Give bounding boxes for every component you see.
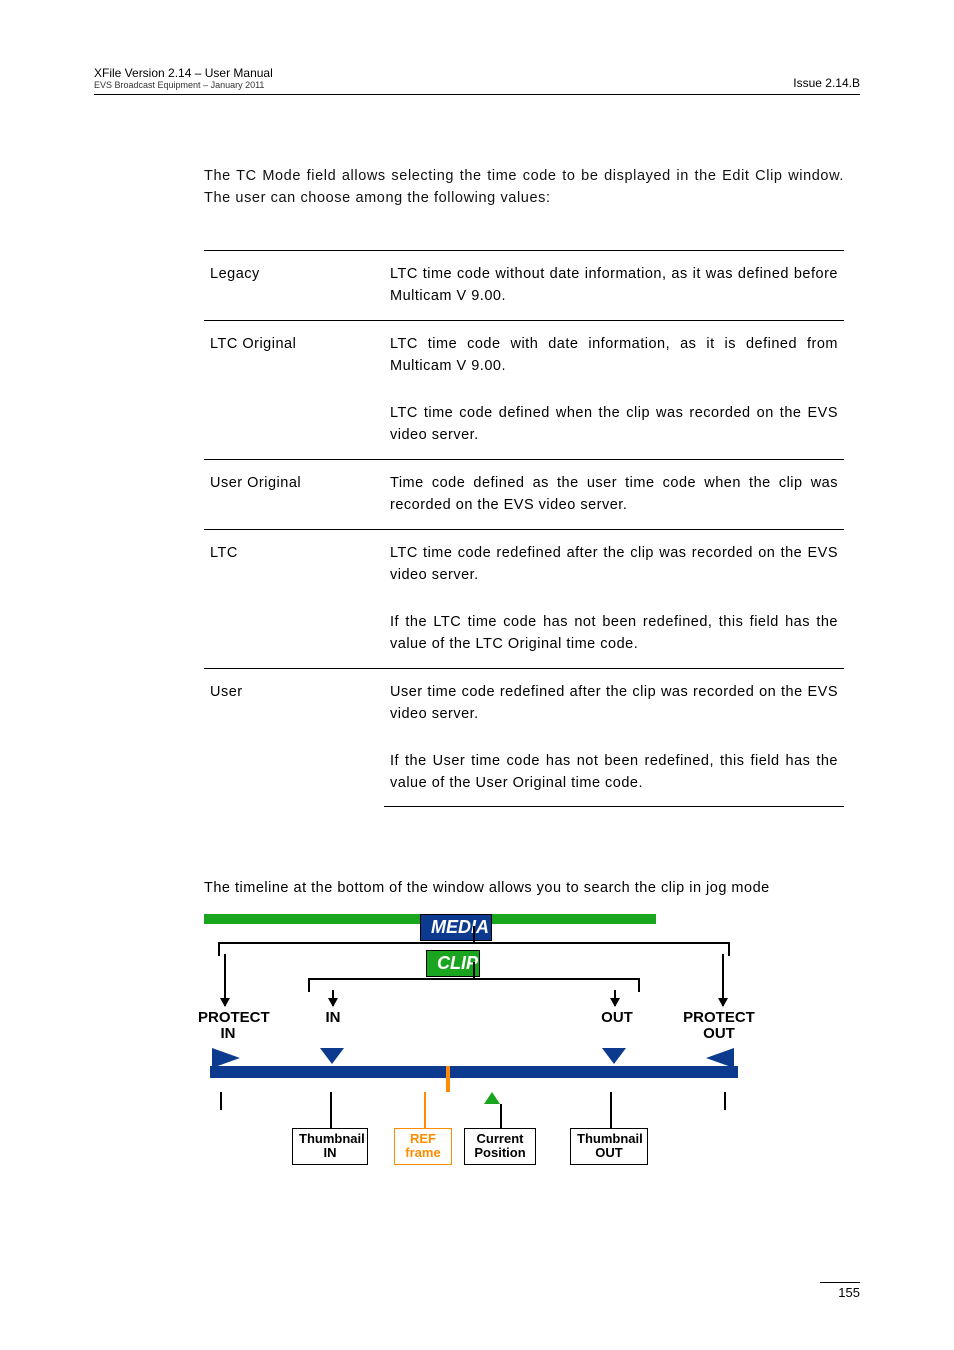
- row-desc: LTC time code defined when the clip was …: [384, 390, 844, 459]
- row-label: User Original: [204, 459, 384, 529]
- protect-in-label: PROTECT IN: [198, 1010, 258, 1043]
- table-row: User User time code redefined after the …: [204, 668, 844, 737]
- row-desc: LTC time code with date information, as …: [384, 320, 844, 389]
- tc-mode-table: Legacy LTC time code without date inform…: [204, 250, 844, 808]
- row-desc: If the User time code has not been redef…: [384, 738, 844, 807]
- media-bar: [210, 1066, 738, 1078]
- tick-mark: [330, 1092, 332, 1110]
- thumbnail-in-box: Thumbnail IN: [292, 1128, 368, 1165]
- row-label: LTC Original: [204, 320, 384, 459]
- in-label: IN: [318, 1010, 348, 1027]
- arrow-down-icon: [224, 954, 226, 1006]
- tick-mark: [610, 1092, 612, 1110]
- clip-badge: CLIP: [426, 950, 480, 977]
- row-desc: LTC time code without date information, …: [384, 250, 844, 320]
- row-desc: LTC time code redefined after the clip w…: [384, 529, 844, 598]
- row-desc: If the LTC time code has not been redefi…: [384, 599, 844, 668]
- table-row: LTC Original LTC time code with date inf…: [204, 320, 844, 389]
- media-badge: MEDIA: [420, 914, 492, 941]
- playhead-icon: [484, 1092, 500, 1104]
- connector-line: [330, 1110, 332, 1128]
- out-marker-icon: [602, 1048, 626, 1064]
- row-desc: User time code redefined after the clip …: [384, 668, 844, 737]
- connector-line: [500, 1104, 502, 1128]
- arrow-down-icon: [722, 954, 724, 1006]
- clip-bracket: [308, 978, 640, 990]
- ref-frame-box: REF frame: [394, 1128, 452, 1165]
- tick-mark: [724, 1092, 726, 1110]
- header-title: XFile Version 2.14 – User Manual: [94, 66, 273, 80]
- table-row: LTC LTC time code redefined after the cl…: [204, 529, 844, 598]
- header-left: XFile Version 2.14 – User Manual EVS Bro…: [94, 66, 273, 90]
- protect-in-marker-icon: [212, 1048, 240, 1068]
- out-label: OUT: [600, 1010, 634, 1027]
- in-marker-icon: [320, 1048, 344, 1064]
- protect-out-label: PROTECT OUT: [680, 1010, 758, 1043]
- media-bracket: [218, 942, 730, 954]
- connector-line: [610, 1110, 612, 1128]
- page-number: 155: [820, 1282, 860, 1300]
- intro-paragraph: The TC Mode field allows selecting the t…: [204, 165, 844, 210]
- connector-line: [424, 1092, 426, 1128]
- tick-mark: [220, 1092, 222, 1110]
- table-row: Legacy LTC time code without date inform…: [204, 250, 844, 320]
- timeline-intro: The timeline at the bottom of the window…: [204, 877, 844, 899]
- table-row: User Original Time code defined as the u…: [204, 459, 844, 529]
- protect-out-marker-icon: [706, 1048, 734, 1068]
- page-header: XFile Version 2.14 – User Manual EVS Bro…: [94, 66, 860, 95]
- header-issue: Issue 2.14.B: [793, 76, 860, 90]
- row-label: LTC: [204, 529, 384, 668]
- arrow-down-icon: [614, 990, 616, 1006]
- header-subtitle: EVS Broadcast Equipment – January 2011: [94, 80, 273, 90]
- row-desc: Time code defined as the user time code …: [384, 459, 844, 529]
- arrow-down-icon: [332, 990, 334, 1006]
- row-label: Legacy: [204, 250, 384, 320]
- row-label: User: [204, 668, 384, 807]
- thumbnail-out-box: Thumbnail OUT: [570, 1128, 648, 1165]
- timeline-diagram: MEDIA CLIP PROTECT IN IN OUT PROTECT OUT: [204, 914, 860, 1174]
- ref-frame-marker: [446, 1066, 450, 1092]
- current-pos-box: Current Position: [464, 1128, 536, 1165]
